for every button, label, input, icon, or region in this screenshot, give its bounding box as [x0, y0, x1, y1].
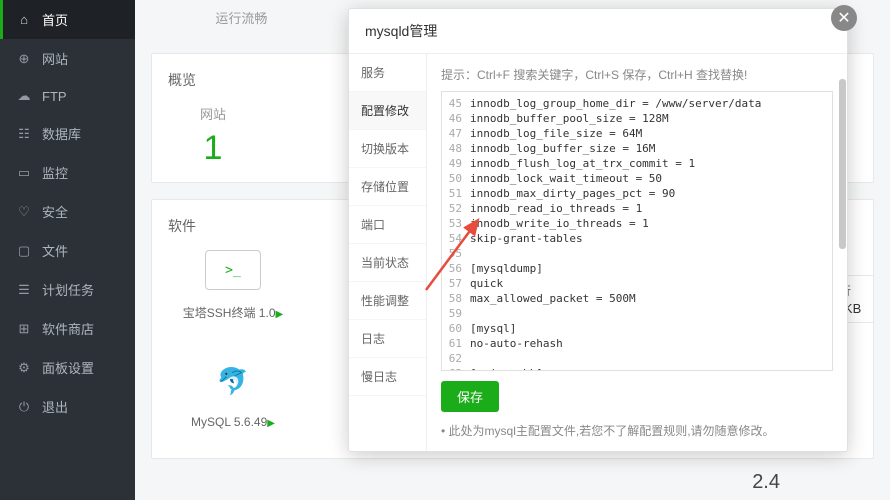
- tab-switch-version[interactable]: 切换版本: [349, 130, 426, 168]
- code-line[interactable]: 46innodb_buffer_pool_size = 128M: [442, 111, 832, 126]
- tab-config[interactable]: 配置修改: [349, 92, 426, 130]
- code-line[interactable]: 50innodb_lock_wait_timeout = 50: [442, 171, 832, 186]
- tab-performance[interactable]: 性能调整: [349, 282, 426, 320]
- code-line[interactable]: 51innodb_max_dirty_pages_pct = 90: [442, 186, 832, 201]
- tab-port[interactable]: 端口: [349, 206, 426, 244]
- code-line[interactable]: 52innodb_read_io_threads = 1: [442, 201, 832, 216]
- mysqld-modal: mysqld管理 ✕ 服务 配置修改 切换版本 存储位置 端口 当前状态 性能调…: [348, 8, 848, 452]
- code-line[interactable]: 49innodb_flush_log_at_trx_commit = 1: [442, 156, 832, 171]
- code-line[interactable]: 53innodb_write_io_threads = 1: [442, 216, 832, 231]
- config-editor[interactable]: 45innodb_log_group_home_dir = /www/serve…: [441, 91, 833, 371]
- close-button[interactable]: ✕: [831, 5, 857, 31]
- code-line[interactable]: 47innodb_log_file_size = 64M: [442, 126, 832, 141]
- config-note: 此处为mysql主配置文件,若您不了解配置规则,请勿随意修改。: [441, 422, 833, 439]
- modal-tabs: 服务 配置修改 切换版本 存储位置 端口 当前状态 性能调整 日志 慢日志: [349, 54, 427, 451]
- tab-service[interactable]: 服务: [349, 54, 426, 92]
- code-line[interactable]: 60[mysql]: [442, 321, 832, 336]
- tab-storage[interactable]: 存储位置: [349, 168, 426, 206]
- code-line[interactable]: 59: [442, 306, 832, 321]
- tab-status[interactable]: 当前状态: [349, 244, 426, 282]
- code-line[interactable]: 58max_allowed_packet = 500M: [442, 291, 832, 306]
- modal-content: 提示：Ctrl+F 搜索关键字，Ctrl+S 保存，Ctrl+H 查找替换! 4…: [427, 54, 847, 451]
- editor-scrollbar[interactable]: [839, 79, 846, 249]
- code-line[interactable]: 61no-auto-rehash: [442, 336, 832, 351]
- code-line[interactable]: 54skip-grant-tables: [442, 231, 832, 246]
- editor-hint: 提示：Ctrl+F 搜索关键字，Ctrl+S 保存，Ctrl+H 查找替换!: [441, 66, 833, 83]
- close-icon: ✕: [837, 8, 850, 28]
- code-line[interactable]: 62: [442, 351, 832, 366]
- save-button[interactable]: 保存: [441, 381, 499, 412]
- code-line[interactable]: 56[mysqldump]: [442, 261, 832, 276]
- code-line[interactable]: 63[myisamchk]: [442, 366, 832, 371]
- tab-slowlog[interactable]: 慢日志: [349, 358, 426, 396]
- code-line[interactable]: 55: [442, 246, 832, 261]
- modal-header: mysqld管理 ✕: [349, 9, 847, 54]
- modal-title: mysqld管理: [365, 23, 437, 39]
- code-line[interactable]: 48innodb_log_buffer_size = 16M: [442, 141, 832, 156]
- code-line[interactable]: 45innodb_log_group_home_dir = /www/serve…: [442, 96, 832, 111]
- code-line[interactable]: 57quick: [442, 276, 832, 291]
- tab-log[interactable]: 日志: [349, 320, 426, 358]
